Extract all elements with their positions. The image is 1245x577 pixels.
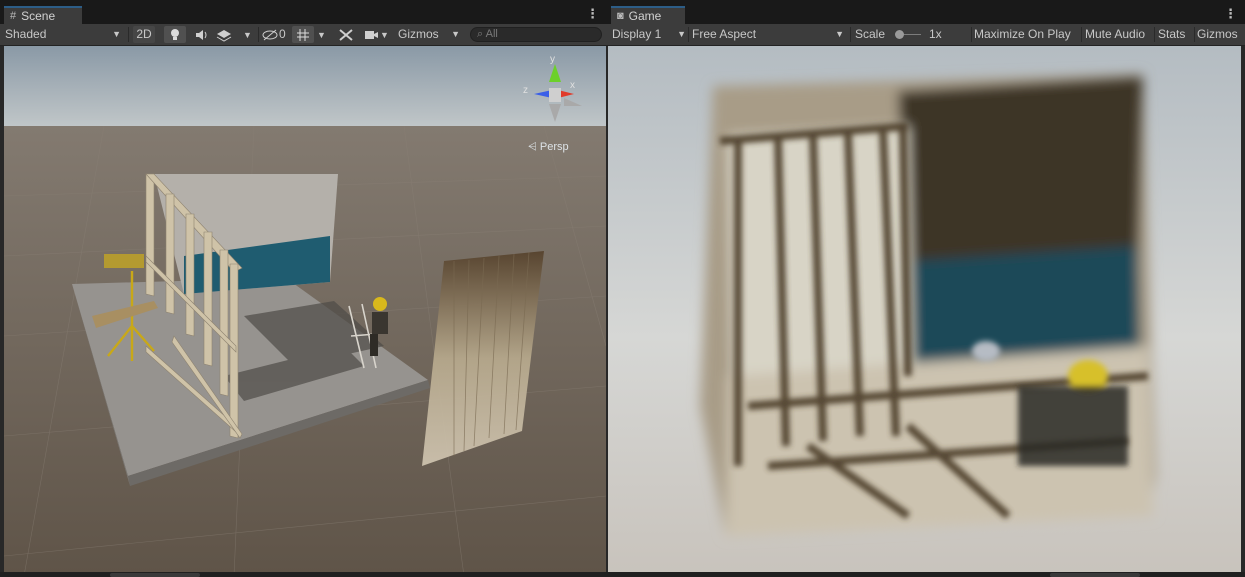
grid-icon: # — [10, 10, 17, 22]
scene-viewport[interactable]: y z x ⩤ Persp — [4, 46, 606, 576]
scale-value: 1x — [929, 26, 949, 43]
toolbar-divider — [128, 27, 129, 42]
projection-label-text: Persp — [540, 141, 569, 153]
chevron-down-icon: ▼ — [380, 30, 389, 40]
game-gizmos-toggle[interactable]: Gizmos — [1197, 26, 1241, 43]
game-tab-bar: ◙ Game ⋮ — [607, 4, 1245, 24]
scale-value-text: 1x — [929, 27, 942, 41]
camera-icon — [365, 31, 378, 39]
tab-game[interactable]: ◙ Game — [611, 6, 685, 24]
mute-audio-label: Mute Audio — [1085, 27, 1146, 41]
toolbar-divider — [971, 27, 972, 42]
scene-toolbar: Shaded ▼ 2D ▼ 0 ▼ ▼ Gizmos ▼ ⌕ All — [0, 24, 607, 46]
hidden-count: 0 — [279, 27, 286, 41]
display-value: Display 1 — [612, 27, 662, 41]
scene-visibility-toggle[interactable]: 0 — [261, 26, 291, 43]
aspect-dropdown[interactable]: Free Aspect ▼ — [692, 26, 846, 43]
gizmo-label-z: z — [523, 85, 528, 96]
speaker-icon — [196, 30, 207, 40]
tab-scene-label: Scene — [21, 9, 56, 23]
maximize-on-play-toggle[interactable]: Maximize On Play — [974, 26, 1078, 43]
sky — [4, 46, 606, 126]
draw-mode-dropdown[interactable]: Shaded ▼ — [5, 26, 123, 43]
scene-view-panel: # Scene ⋮ Shaded ▼ 2D ▼ 0 ▼ ▼ Gizmos ▼ ⌕… — [0, 4, 607, 577]
stats-toggle[interactable]: Stats — [1158, 26, 1192, 43]
lighting-toggle[interactable] — [164, 26, 186, 43]
scene-render: y z x ⩤ Persp — [4, 46, 606, 576]
2d-mode-toggle[interactable]: 2D — [133, 26, 155, 43]
chevron-down-icon: ▼ — [112, 29, 121, 39]
layers-icon — [216, 30, 232, 42]
scene-more-options-icon[interactable]: ⋮ — [586, 7, 599, 20]
scale-slider[interactable] — [893, 26, 923, 43]
toolbar-divider — [688, 27, 689, 42]
draw-mode-value: Shaded — [5, 27, 47, 41]
chevron-down-icon: ▼ — [317, 30, 326, 40]
chevron-down-icon: ▼ — [243, 30, 252, 40]
game-gizmos-label: Gizmos — [1197, 27, 1238, 41]
gizmo-label-y: y — [550, 54, 555, 65]
scale-slider-thumb[interactable] — [895, 30, 904, 39]
game-toolbar: Display 1 ▼ Free Aspect ▼ Scale 1x Maxim… — [607, 24, 1245, 46]
scale-label-text: Scale — [855, 27, 886, 41]
display-dropdown[interactable]: Display 1 ▼ — [612, 26, 686, 43]
maximize-on-play-label: Maximize On Play — [974, 27, 1071, 41]
2d-mode-label: 2D — [136, 27, 152, 41]
grid-icon — [297, 29, 309, 41]
game-more-options-icon[interactable]: ⋮ — [1224, 7, 1237, 20]
camera-settings-dropdown[interactable]: ▼ — [362, 26, 394, 43]
chevron-down-icon: ▼ — [677, 29, 686, 39]
scene-gizmos-dropdown[interactable]: Gizmos ▼ — [398, 26, 462, 43]
scene-search-input[interactable]: ⌕ All — [470, 27, 602, 42]
game-view-panel: ◙ Game ⋮ Display 1 ▼ Free Aspect ▼ Scale… — [607, 4, 1245, 577]
scene-scroll-thumb[interactable] — [110, 573, 200, 577]
tools-icon — [339, 29, 353, 41]
gizmo-center-cube[interactable] — [549, 88, 561, 102]
scene-gizmos-label: Gizmos — [398, 27, 439, 41]
effects-dropdown[interactable] — [214, 26, 244, 43]
hidden-eye-icon — [262, 29, 278, 41]
projection-label[interactable]: ⩤ Persp — [528, 141, 569, 153]
grid-options-chevron[interactable]: ▼ — [317, 26, 331, 43]
chevron-down-icon: ▼ — [451, 29, 460, 39]
toolbar-divider — [1081, 27, 1082, 42]
game-render — [608, 46, 1241, 576]
search-placeholder: All — [485, 28, 498, 40]
tab-scene[interactable]: # Scene — [4, 6, 82, 24]
bottom-scroll-strip — [0, 572, 1245, 577]
chevron-down-icon: ▼ — [835, 29, 844, 39]
mute-audio-toggle[interactable]: Mute Audio — [1085, 26, 1155, 43]
grid-toggle[interactable] — [292, 26, 314, 43]
game-scroll-thumb[interactable] — [1050, 573, 1140, 577]
tab-game-label: Game — [628, 9, 662, 23]
tools-toggle[interactable] — [336, 26, 356, 43]
stats-label: Stats — [1158, 27, 1186, 41]
game-viewport[interactable] — [608, 46, 1241, 576]
gamepad-icon: ◙ — [617, 10, 624, 22]
audio-toggle[interactable] — [190, 26, 212, 43]
effects-chevron[interactable]: ▼ — [243, 26, 255, 43]
scene-tab-bar: # Scene ⋮ — [0, 4, 607, 24]
scale-label: Scale — [855, 26, 891, 43]
aspect-value: Free Aspect — [692, 27, 757, 41]
gizmo-label-x: x — [570, 80, 575, 91]
toolbar-divider — [258, 27, 259, 42]
toolbar-divider — [1194, 27, 1195, 42]
search-icon: ⌕ — [477, 28, 484, 40]
lightbulb-icon — [171, 29, 179, 40]
toolbar-divider — [850, 27, 851, 42]
toolbar-divider — [1154, 27, 1155, 42]
back-wall — [154, 174, 338, 294]
